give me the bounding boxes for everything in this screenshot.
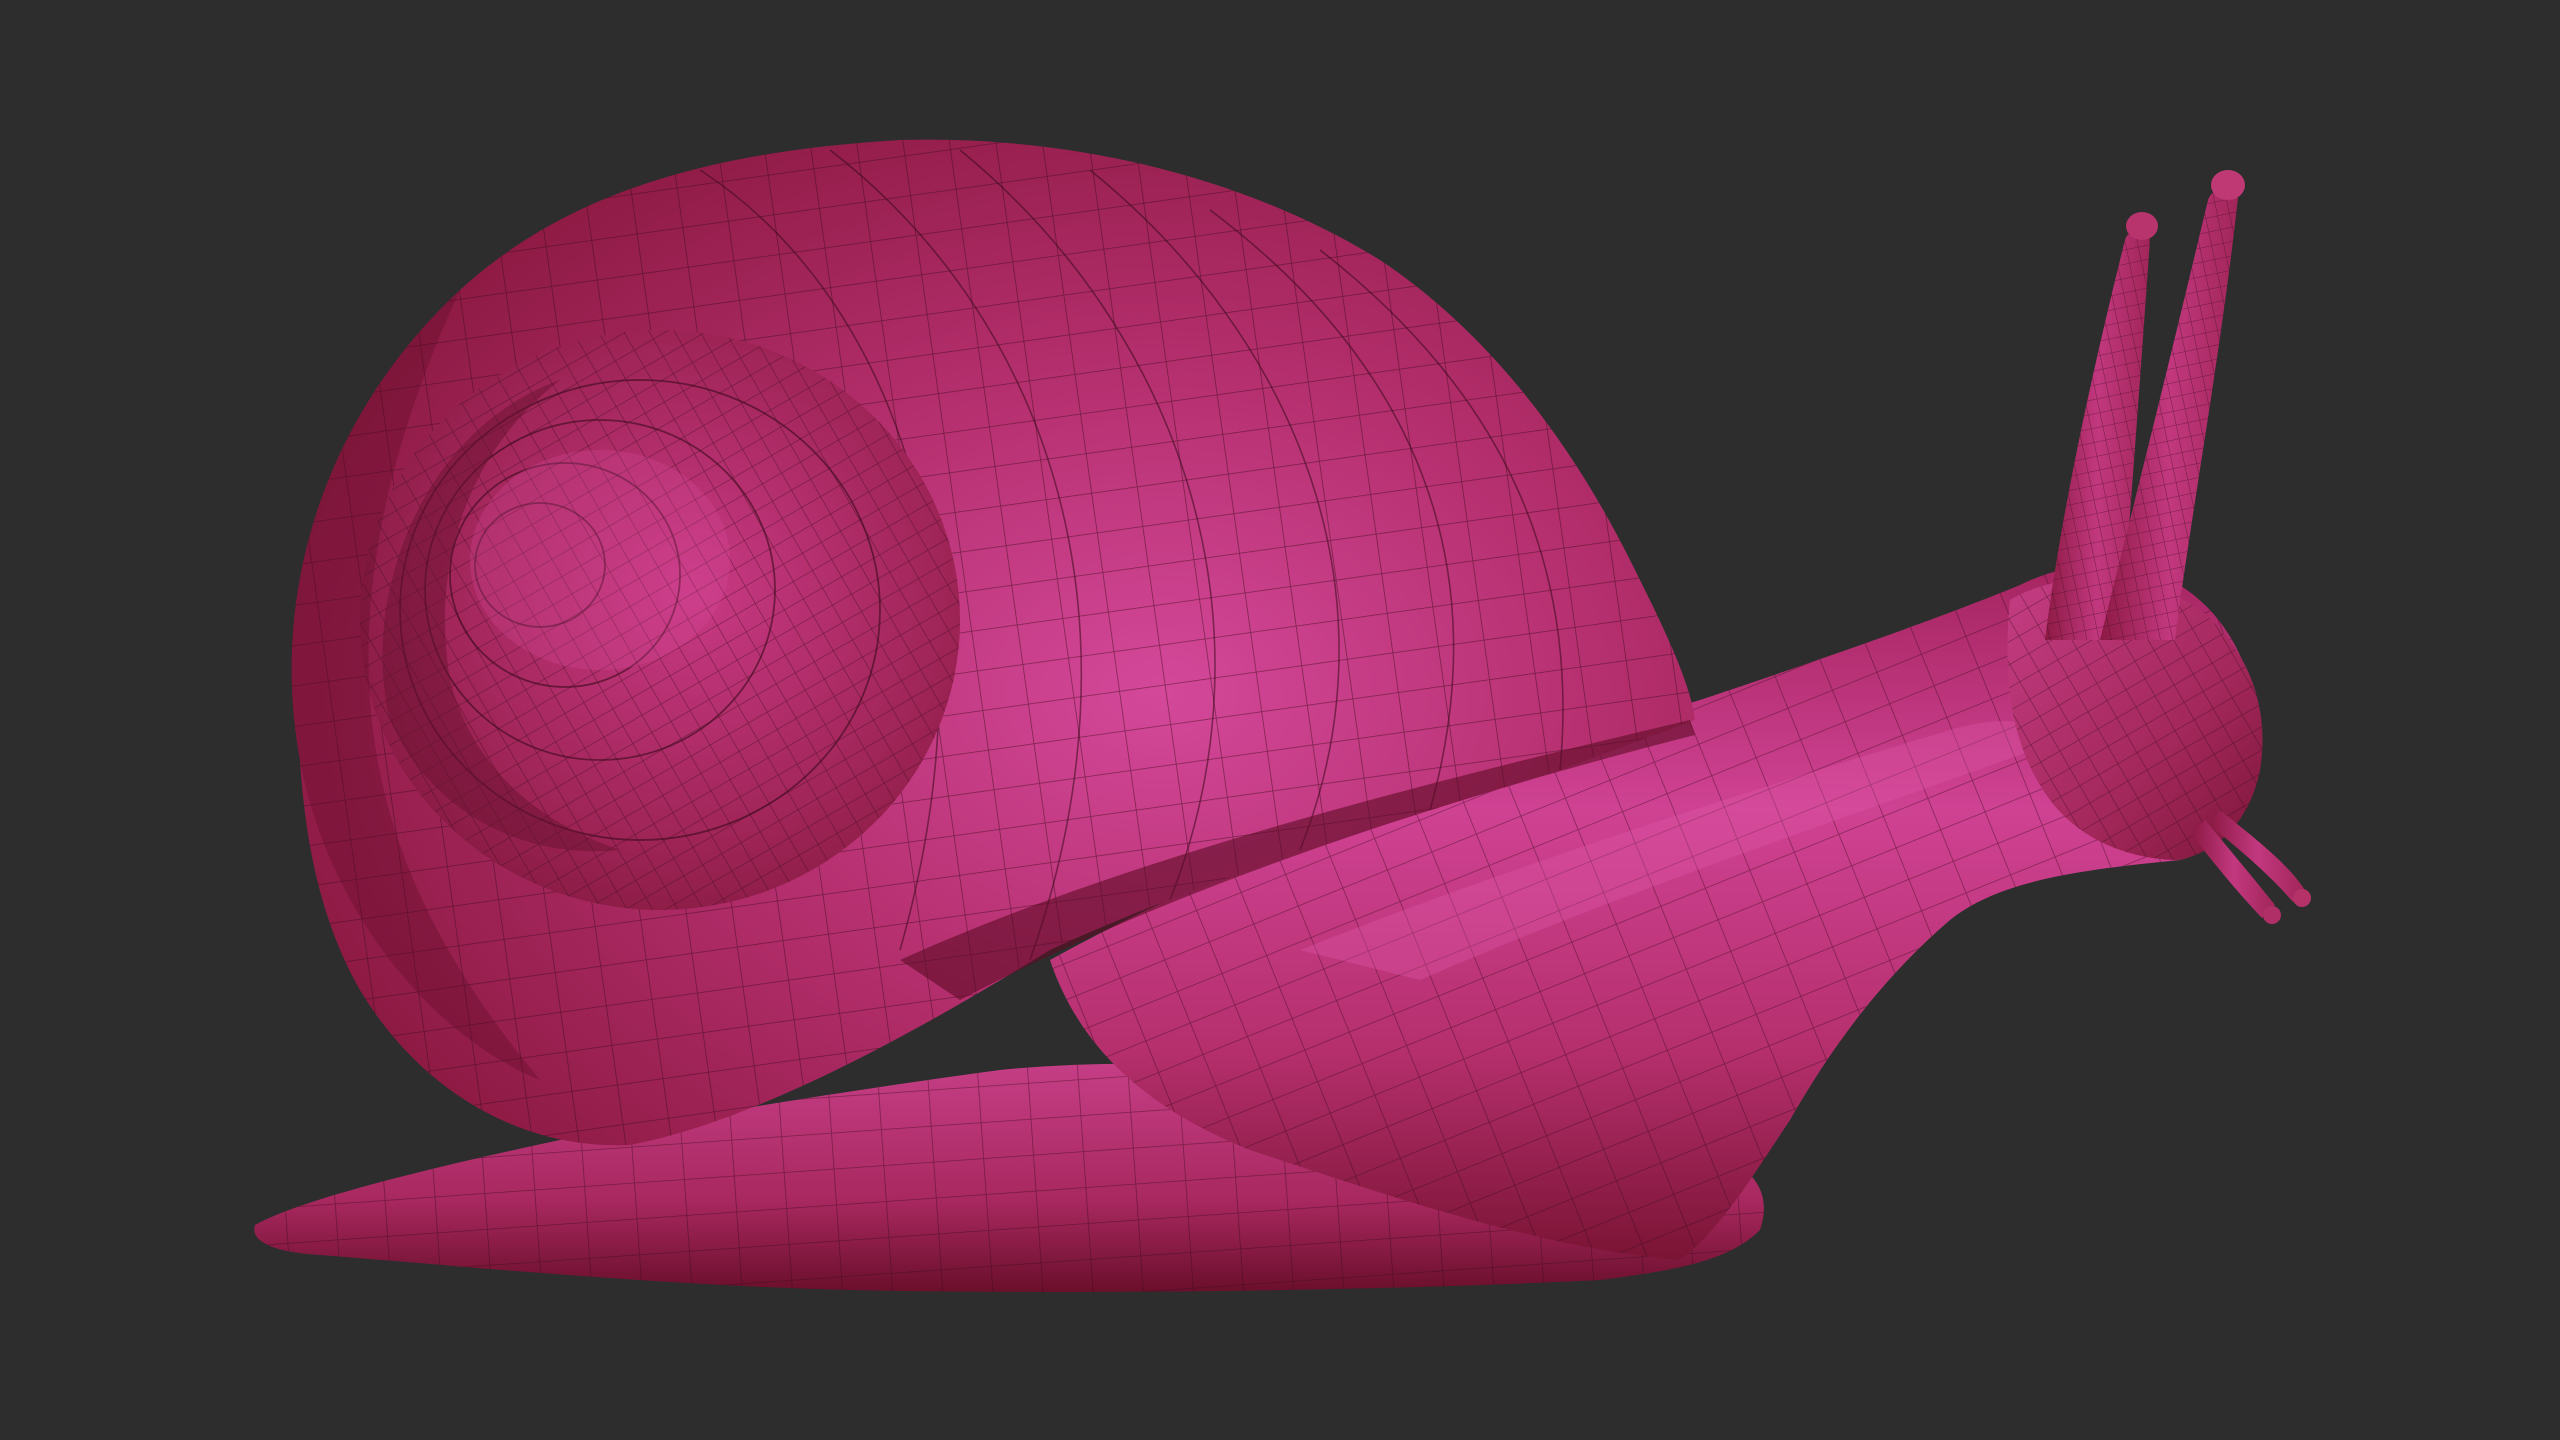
viewport-canvas[interactable] [0, 0, 2560, 1440]
eye-tip-left [2126, 212, 2158, 240]
3d-viewport[interactable] [0, 0, 2560, 1440]
lower-tentacles[interactable] [2192, 810, 2311, 924]
eye-stalks[interactable] [2045, 170, 2245, 640]
eye-tip-right [2211, 170, 2245, 200]
